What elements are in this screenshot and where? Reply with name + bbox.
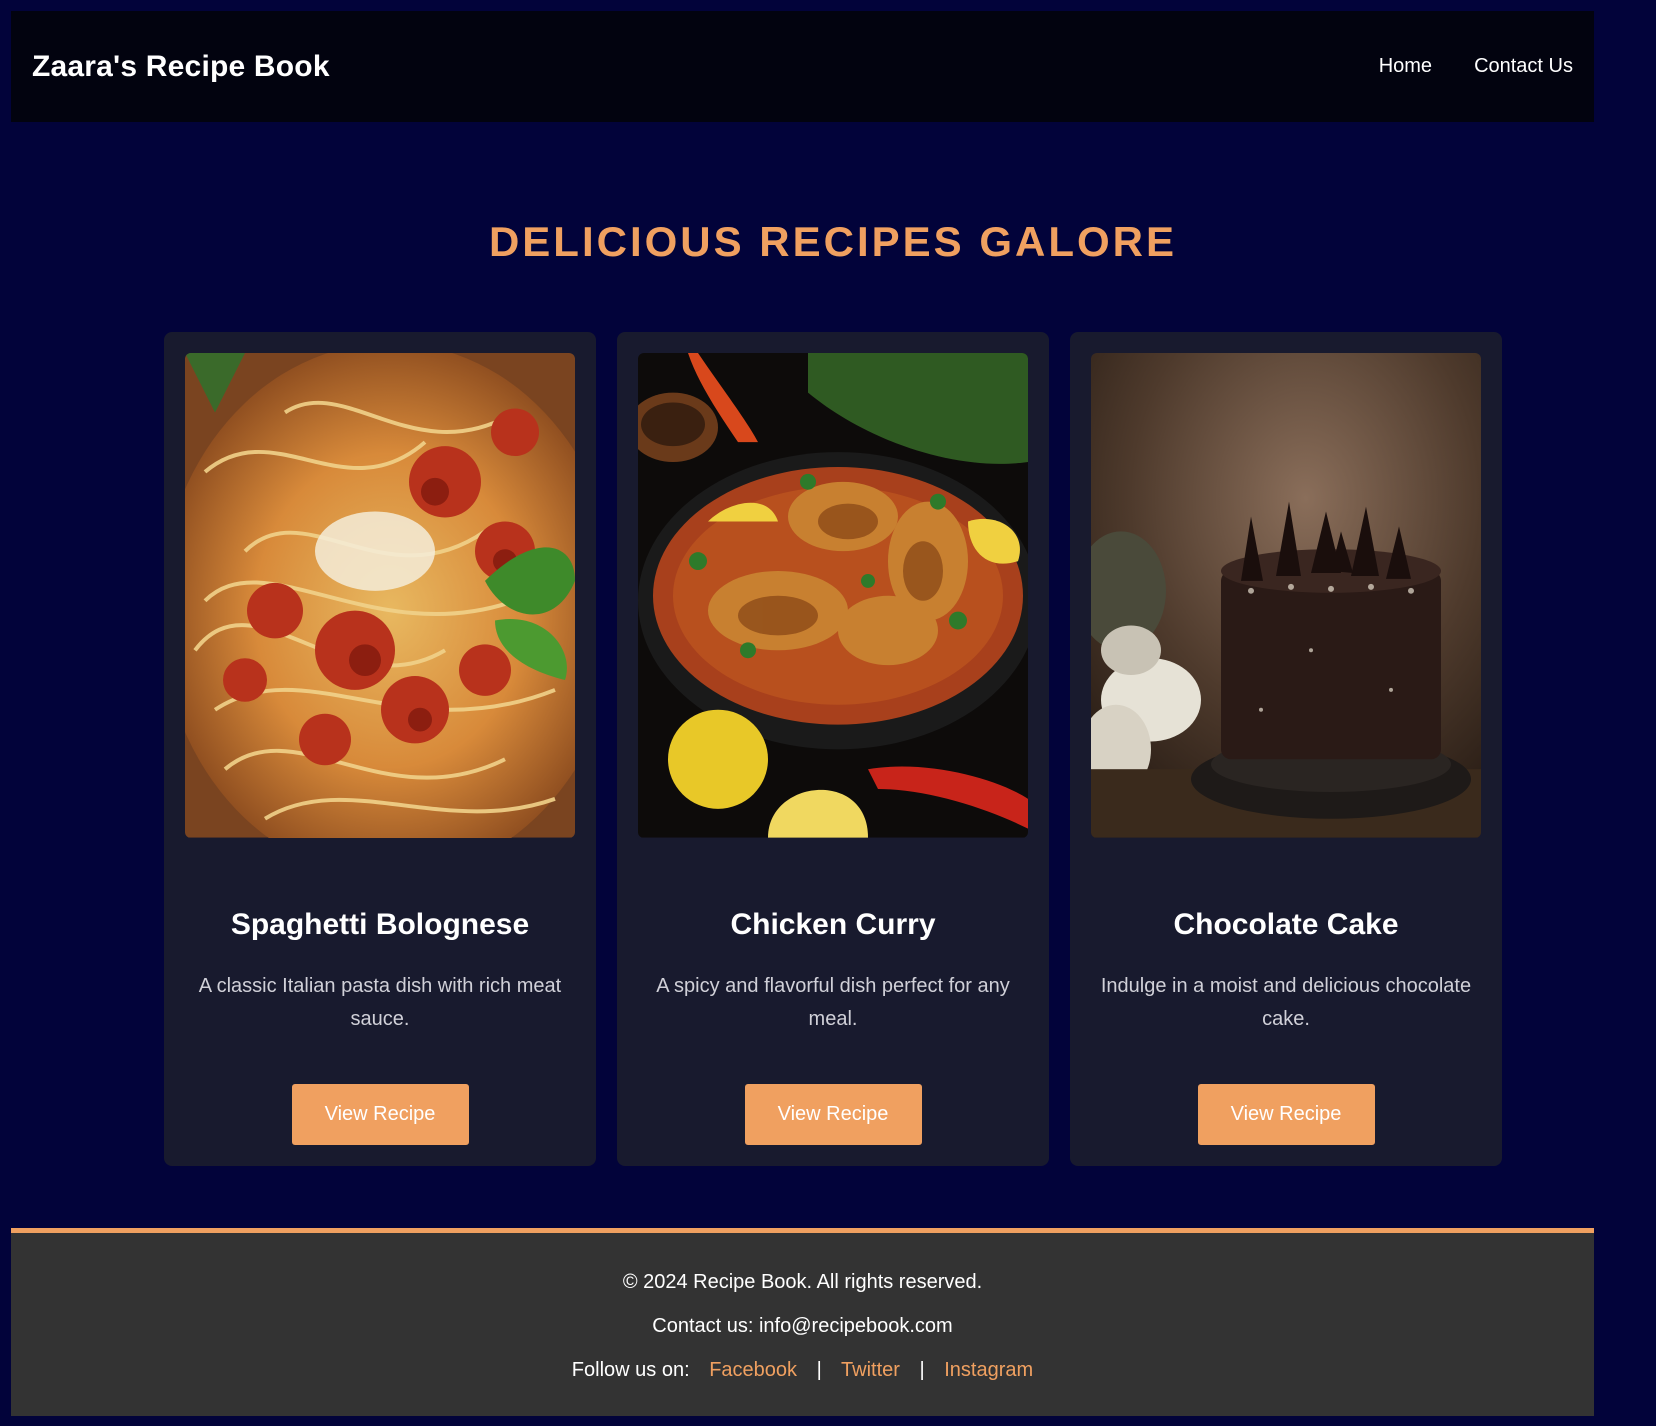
- recipe-title: Chocolate Cake: [1173, 907, 1399, 941]
- spaghetti-image: [185, 353, 575, 838]
- curry-photo: [638, 353, 1028, 838]
- recipe-card-chicken-curry: Chicken Curry A spicy and flavorful dish…: [617, 332, 1049, 1166]
- follow-label: Follow us on:: [571, 1359, 690, 1381]
- copyright-text: © 2024 Recipe Book. All rights reserved.: [622, 1271, 983, 1293]
- recipe-description: A classic Italian pasta dish with rich m…: [198, 974, 562, 1030]
- recipe-card-chocolate-cake: Chocolate Cake Indulge in a moist and de…: [1070, 332, 1502, 1166]
- footer: © 2024 Recipe Book. All rights reserved.…: [11, 1228, 1594, 1416]
- recipe-description: A spicy and flavorful dish perfect for a…: [656, 974, 1010, 1030]
- recipe-title: Spaghetti Bolognese: [230, 907, 530, 941]
- recipe-description: Indulge in a moist and delicious chocola…: [1100, 974, 1472, 1030]
- nav-links: Home Contact Us: [1379, 55, 1573, 78]
- separator: |: [816, 1359, 822, 1381]
- nav-home-link[interactable]: Home: [1379, 55, 1432, 78]
- recipe-cards: Spaghetti Bolognese A classic Italian pa…: [164, 332, 1502, 1166]
- navbar: Zaara's Recipe Book Home Contact Us: [11, 11, 1594, 122]
- contact-text: Contact us: info@recipebook.com: [652, 1315, 953, 1337]
- view-recipe-button[interactable]: View Recipe: [291, 1083, 469, 1145]
- page-title: DELICIOUS RECIPES GALORE: [488, 218, 1178, 265]
- view-recipe-button[interactable]: View Recipe: [744, 1083, 922, 1145]
- social-links: Follow us on: Facebook | Twitter | Insta…: [11, 1359, 1594, 1382]
- separator: |: [919, 1359, 925, 1381]
- facebook-link[interactable]: Facebook: [709, 1359, 797, 1381]
- cake-photo: [1091, 353, 1481, 838]
- site-brand[interactable]: Zaara's Recipe Book: [32, 50, 330, 84]
- cake-image: [1091, 353, 1481, 838]
- spaghetti-photo: [185, 353, 575, 838]
- recipe-title: Chicken Curry: [730, 907, 936, 941]
- recipe-card-spaghetti: Spaghetti Bolognese A classic Italian pa…: [164, 332, 596, 1166]
- nav-contact-link[interactable]: Contact Us: [1474, 55, 1573, 78]
- instagram-link[interactable]: Instagram: [944, 1359, 1033, 1381]
- twitter-link[interactable]: Twitter: [841, 1359, 900, 1381]
- view-recipe-button[interactable]: View Recipe: [1197, 1083, 1375, 1145]
- curry-image: [638, 353, 1028, 838]
